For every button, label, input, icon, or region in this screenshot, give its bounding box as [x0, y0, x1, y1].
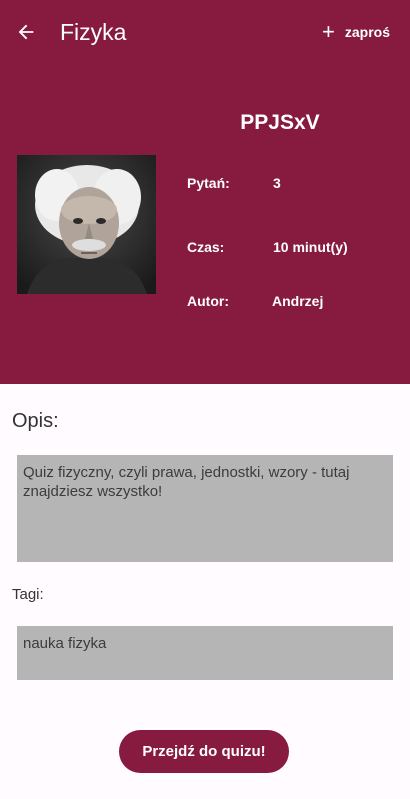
tags-label: Tagi: — [12, 586, 44, 603]
plus-icon: + — [322, 19, 335, 44]
quiz-header: Fizyka + zaproś PPJSxV Pytań: 3 Czas: 10… — [0, 0, 410, 384]
quiz-image — [17, 155, 156, 294]
description-heading: Opis: — [12, 410, 59, 432]
quiz-code: PPJSxV — [240, 111, 320, 134]
time-label: Czas: — [187, 239, 225, 255]
page-title: Fizyka — [60, 19, 127, 45]
author-value: Andrzej — [272, 293, 324, 309]
invite-button[interactable]: + zaproś — [322, 18, 390, 46]
back-button[interactable] — [10, 16, 42, 48]
description-box: Quiz fizyczny, czyli prawa, jednostki, w… — [17, 455, 393, 562]
start-quiz-button[interactable]: Przejdź do quizu! — [119, 730, 289, 773]
questions-label: Pytań: — [187, 175, 230, 191]
time-value: 10 minut(y) — [273, 239, 348, 255]
arrow-left-icon — [18, 24, 34, 40]
tags-box: nauka fizyka — [17, 626, 393, 680]
author-label: Autor: — [187, 293, 229, 309]
invite-label: zaproś — [344, 24, 390, 40]
questions-value: 3 — [273, 175, 281, 191]
